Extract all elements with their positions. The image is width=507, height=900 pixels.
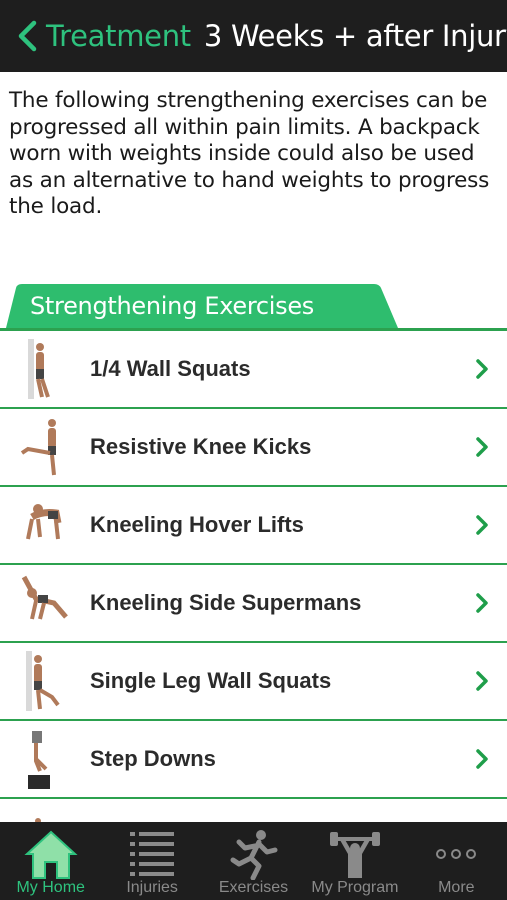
section-title: Strengthening Exercises xyxy=(30,292,315,320)
section-header: Strengthening Exercises xyxy=(0,284,507,330)
tab-label: Injuries xyxy=(126,879,178,896)
exercise-label: Kneeling Hover Lifts xyxy=(90,512,304,537)
tab-my-program[interactable]: My Program xyxy=(304,822,405,900)
step-down-figure-icon xyxy=(28,731,50,789)
exercise-label: Single Leg Wall Squats xyxy=(90,668,332,693)
tab-bar: My Home Injuries Exercises My Program Mo… xyxy=(0,822,507,900)
exercise-row-kneeling-side-supermans[interactable]: Kneeling Side Supermans xyxy=(0,563,507,641)
knee-kick-figure-icon xyxy=(20,419,56,476)
single-leg-squat-figure-icon xyxy=(26,651,60,711)
tab-label: Exercises xyxy=(218,879,289,896)
chevron-right-icon xyxy=(476,593,488,613)
exercise-row-step-downs[interactable]: Step Downs xyxy=(0,719,507,797)
exercise-row-wall-squats[interactable]: 1/4 Wall Squats xyxy=(0,329,507,407)
tab-exercises[interactable]: Exercises xyxy=(203,822,304,900)
side-superman-figure-icon xyxy=(21,575,68,620)
wall-squat-figure-icon xyxy=(28,339,50,399)
chevron-right-icon xyxy=(476,671,488,691)
tab-label: More xyxy=(438,879,475,896)
exercise-row-resistive-knee-kicks[interactable]: Resistive Knee Kicks xyxy=(0,407,507,485)
exercise-row-single-leg-wall-squats[interactable]: Single Leg Wall Squats xyxy=(0,641,507,719)
runner-icon xyxy=(230,830,278,880)
back-chevron-icon xyxy=(18,20,37,52)
back-button[interactable]: Treatment xyxy=(0,0,191,72)
exercise-list: 1/4 Wall Squats Resistive Knee Kicks Kne… xyxy=(0,329,507,875)
tab-my-home[interactable]: My Home xyxy=(0,822,101,900)
home-icon xyxy=(24,830,78,879)
chevron-right-icon xyxy=(476,515,488,535)
tab-more[interactable]: More xyxy=(406,822,507,900)
chevron-right-icon xyxy=(476,437,488,457)
exercise-row-kneeling-hover-lifts[interactable]: Kneeling Hover Lifts xyxy=(0,485,507,563)
page-title: 3 Weeks + after Injury xyxy=(203,19,507,53)
exercise-label: Kneeling Side Supermans xyxy=(90,590,362,615)
navigation-bar: Treatment 3 Weeks + after Injury xyxy=(0,0,507,72)
weightlifter-icon xyxy=(329,832,380,878)
list-icon xyxy=(130,832,175,876)
tab-injuries[interactable]: Injuries xyxy=(101,822,202,900)
chevron-right-icon xyxy=(476,749,488,769)
tab-label: My Home xyxy=(16,879,85,896)
exercise-label: 1/4 Wall Squats xyxy=(90,356,251,381)
exercise-label: Resistive Knee Kicks xyxy=(90,434,312,459)
intro-text: The following strengthening exercises ca… xyxy=(9,88,490,219)
more-dots-icon xyxy=(436,849,477,859)
chevron-right-icon xyxy=(476,359,488,379)
exercise-label: Step Downs xyxy=(90,746,216,771)
back-button-label: Treatment xyxy=(46,19,191,53)
hover-lift-figure-icon xyxy=(26,504,62,540)
tab-label: My Program xyxy=(311,879,399,896)
